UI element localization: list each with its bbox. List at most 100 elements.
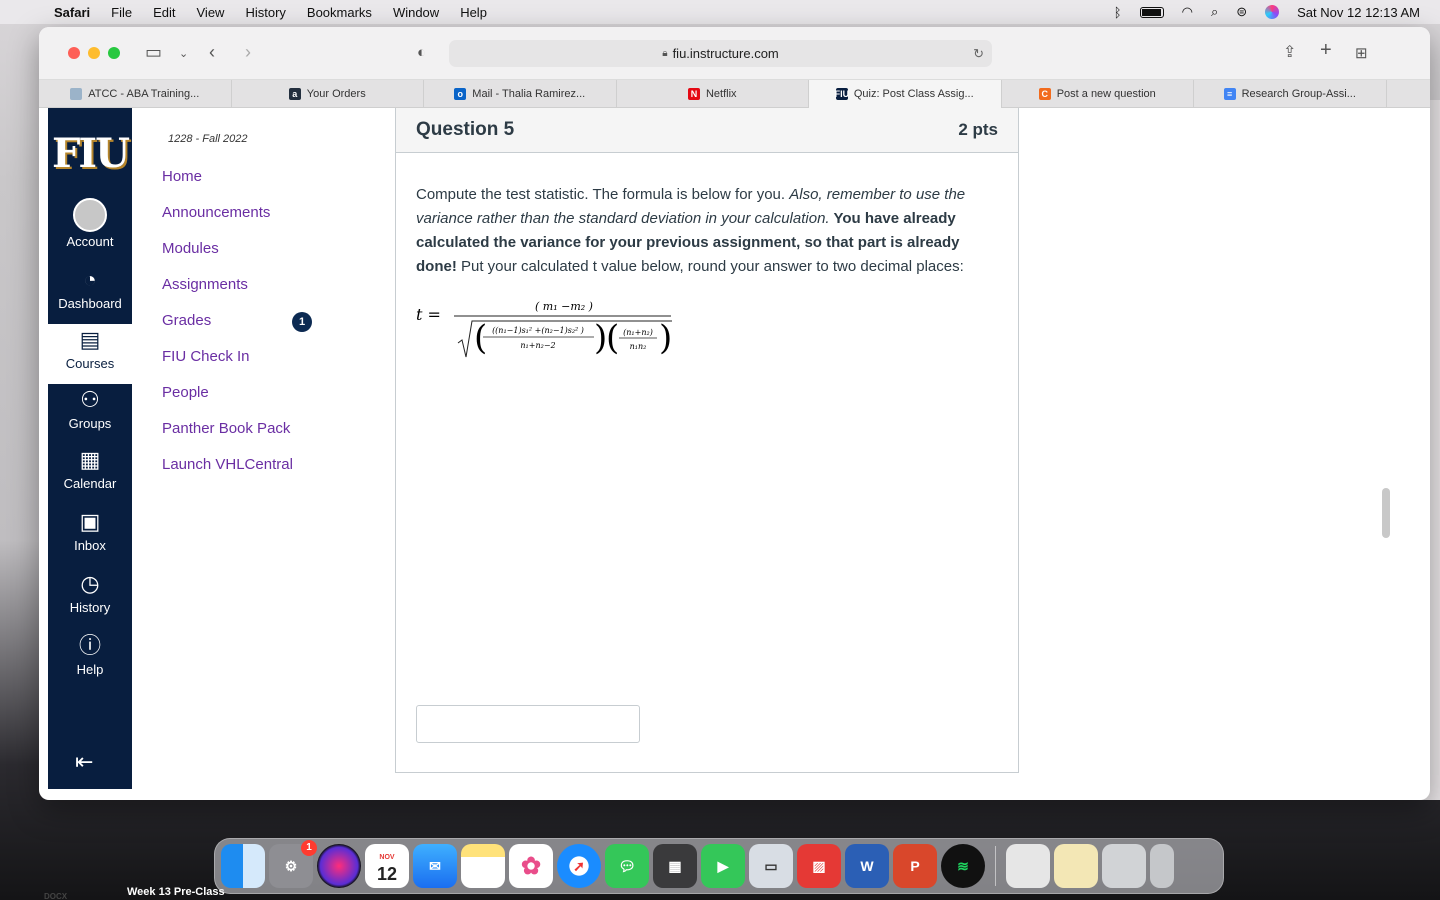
share-icon[interactable]: ⇪ [1283, 42, 1296, 62]
wifi-icon[interactable]: ◠ [1182, 4, 1193, 20]
minimize-window-button[interactable] [88, 47, 100, 59]
menu-file[interactable]: File [111, 5, 132, 20]
browser-tab-label: Post a new question [1056, 88, 1156, 100]
fullscreen-window-button[interactable] [108, 47, 120, 59]
course-nav-grades[interactable]: Grades [162, 312, 211, 329]
desktop-docx-label[interactable]: DOCX [44, 892, 67, 900]
close-window-button[interactable] [68, 47, 80, 59]
forward-icon[interactable]: › [245, 42, 251, 63]
messages-icon[interactable]: 💬︎ [605, 844, 649, 888]
calculator-icon[interactable]: ▦ [653, 844, 697, 888]
downloads-stack-icon[interactable] [1054, 844, 1098, 888]
menu-bookmarks[interactable]: Bookmarks [307, 5, 372, 20]
url-text: fiu.instructure.com [672, 46, 779, 61]
word-icon[interactable]: W [845, 844, 889, 888]
global-nav-dashboard[interactable]: ◔ Dashboard [48, 264, 132, 324]
photo-booth-icon[interactable]: ▨ [797, 844, 841, 888]
menu-bar: Safari File Edit View History Bookmarks … [0, 0, 1440, 24]
browser-tab[interactable]: N Netflix [617, 80, 809, 108]
global-nav-account-label: Account [66, 234, 114, 249]
spotify-icon[interactable]: ≋ [941, 844, 985, 888]
sidebar-toggle-icon[interactable]: ▭ [145, 42, 162, 63]
browser-tab[interactable]: ATCC - ABA Training... [39, 80, 232, 108]
course-nav-home[interactable]: Home [162, 168, 202, 185]
battery-icon[interactable] [1139, 6, 1164, 18]
browser-tab[interactable]: a Your Orders [232, 80, 424, 108]
menu-clock[interactable]: Sat Nov 12 12:13 AM [1297, 5, 1420, 20]
course-nav-launch-vhlcentral[interactable]: Launch VHLCentral [162, 456, 293, 473]
fiu-logo[interactable]: FIU [52, 130, 130, 177]
global-nav-calendar[interactable]: ▦ Calendar [48, 444, 132, 504]
formula-paren-close-b: ) [659, 318, 672, 358]
course-nav-people[interactable]: People [162, 384, 209, 401]
collapse-nav-icon[interactable]: ⇤ [75, 749, 93, 775]
chevron-down-icon[interactable]: ⌄ [179, 47, 188, 60]
course-nav-assignments[interactable]: Assignments [162, 276, 248, 293]
safari-icon[interactable]: ➚ [557, 844, 601, 888]
siri-icon[interactable] [1265, 5, 1280, 19]
course-nav-modules[interactable]: Modules [162, 240, 219, 257]
course-nav-fiu-check-in[interactable]: FIU Check In [162, 348, 250, 365]
browser-tab[interactable]: ≡ Research Group-Assi... [1194, 80, 1387, 108]
answer-input[interactable] [416, 705, 640, 743]
menu-history[interactable]: History [245, 5, 285, 20]
global-nav-help[interactable]: ⓘ Help [48, 630, 132, 690]
privacy-shield-icon[interactable]: ◐ [417, 44, 426, 61]
system-preferences-icon[interactable]: ⚙ 1 [269, 840, 317, 888]
global-nav-help-label: Help [76, 662, 104, 677]
formula-numerator: ( m₁ −m₂ ) [535, 300, 593, 313]
new-tab-icon[interactable]: + [1320, 39, 1332, 62]
global-navigation: FIU Account ◔ Dashboard ▤ Courses ⚇ Grou… [48, 108, 132, 789]
formula-den-a-numerator: ((n₁−1)s₁² +(n₂−1)s₂² ) [492, 326, 584, 335]
menu-view[interactable]: View [197, 5, 225, 20]
global-nav-groups[interactable]: ⚇ Groups [48, 384, 132, 444]
global-nav-courses-label: Courses [65, 356, 115, 371]
browser-tab-label: Research Group-Assi... [1241, 88, 1356, 100]
tab-favicon-icon: FIU [834, 88, 850, 100]
notes-icon[interactable] [461, 844, 505, 888]
browser-tab[interactable]: o Mail - Thalia Ramirez... [424, 80, 617, 108]
course-nav-panther-book-pack[interactable]: Panther Book Pack [162, 420, 290, 437]
desktop-file-label[interactable]: Week 13 Pre-Class [127, 886, 225, 898]
tab-bar: ATCC - ABA Training... a Your Orders o Mail … [39, 80, 1430, 108]
dock-separator [995, 846, 996, 886]
browser-tab[interactable]: C Post a new question [1002, 80, 1194, 108]
global-nav-history[interactable]: ◷ History [48, 568, 132, 628]
global-nav-inbox[interactable]: ▣ Inbox [48, 506, 132, 566]
grades-count-badge: 1 [292, 312, 312, 332]
preview-icon[interactable]: ▭ [749, 844, 793, 888]
back-icon[interactable]: ‹ [209, 42, 215, 63]
finder-icon[interactable] [221, 844, 265, 888]
dashboard-icon: ◔ [83, 267, 97, 292]
browser-tab[interactable]: FIU Quiz: Post Class Assig... [809, 80, 1002, 108]
trash-full-icon[interactable] [1102, 844, 1146, 888]
powerpoint-icon[interactable]: P [893, 844, 937, 888]
course-nav-announcements[interactable]: Announcements [162, 204, 270, 221]
menu-edit[interactable]: Edit [153, 5, 175, 20]
tab-overview-icon[interactable]: ⊞ [1355, 44, 1368, 62]
photos-icon[interactable]: ✿ [509, 844, 553, 888]
calendar-app-icon[interactable]: NOV 12 [365, 844, 409, 888]
recent-document-icon[interactable] [1006, 844, 1050, 888]
formula-paren-open-a: ( [474, 318, 487, 358]
mail-icon[interactable]: ✉ [413, 844, 457, 888]
global-nav-account[interactable]: Account [48, 198, 132, 264]
menu-window[interactable]: Window [393, 5, 439, 20]
tab-favicon-icon: a [288, 88, 301, 100]
help-icon: ⓘ [78, 633, 101, 658]
reload-icon[interactable]: ↻ [973, 46, 984, 62]
address-bar[interactable]: 🔒︎ fiu.instructure.com ↻ [449, 40, 992, 67]
control-center-icon[interactable]: ⊜ [1236, 4, 1247, 20]
siri-app-icon[interactable] [317, 844, 361, 888]
page-scrollbar[interactable] [1382, 488, 1390, 538]
global-nav-courses[interactable]: ▤ Courses [48, 324, 132, 384]
question-panel: Question 5 2 pts Compute the test statis… [395, 108, 1019, 773]
formula-paren-open-b: ( [606, 318, 619, 358]
menu-app-name[interactable]: Safari [54, 5, 90, 20]
menu-help[interactable]: Help [460, 5, 487, 20]
trash-icon[interactable] [1150, 844, 1174, 888]
facetime-icon[interactable]: ▶ [701, 844, 745, 888]
spotlight-search-icon[interactable]: ⌕ [1211, 4, 1218, 20]
safari-window: ▭ ⌄ ‹ › ◐ 🔒︎ fiu.instructure.com ↻ ⇪ + ⊞… [39, 27, 1430, 800]
bluetooth-icon[interactable]: ᛒ [1114, 5, 1122, 20]
